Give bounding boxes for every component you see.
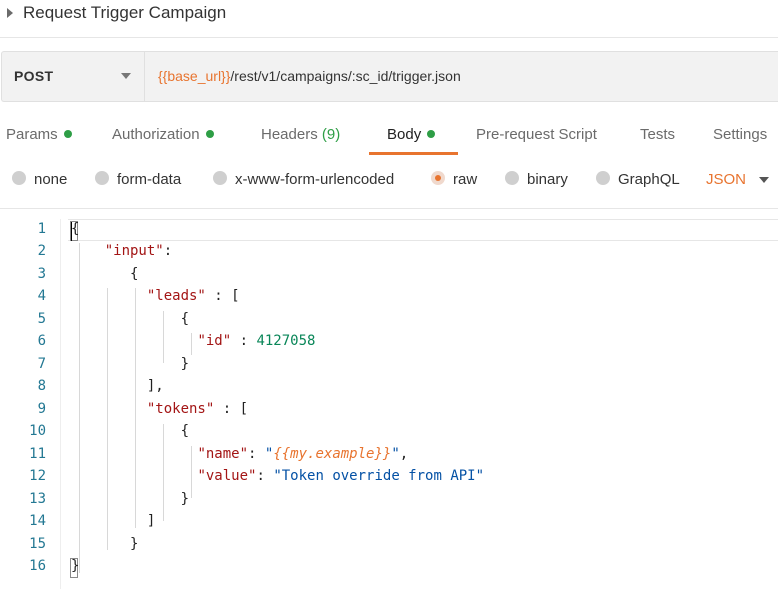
- code-line: }: [180, 491, 190, 507]
- line-number: 15: [29, 536, 46, 552]
- code-line: {: [71, 221, 80, 237]
- code-line: }: [71, 558, 80, 574]
- status-dot-icon: [427, 130, 436, 139]
- code-line: "id" : 4127058: [197, 333, 316, 349]
- code-line: "value": "Token override from API": [197, 468, 485, 484]
- tab-label: Authorization: [112, 126, 200, 143]
- divider: [0, 37, 778, 38]
- line-number: 3: [37, 266, 46, 282]
- tab-body[interactable]: Body: [387, 126, 436, 143]
- radio-icon: [213, 171, 227, 186]
- radio-label: binary: [527, 171, 568, 188]
- code-line: ],: [146, 378, 164, 394]
- radio-label: none: [34, 171, 68, 188]
- tab-tests[interactable]: Tests: [640, 126, 675, 143]
- radio-x-www-form-urlencoded[interactable]: x-www-form-urlencoded: [213, 171, 394, 188]
- status-dot-icon: [205, 130, 214, 139]
- chevron-down-icon: [121, 73, 131, 79]
- method-label: POST: [14, 68, 54, 84]
- gutter-divider: [60, 219, 61, 589]
- tab-headers[interactable]: Headers (9): [261, 126, 340, 143]
- tab-label: Tests: [640, 126, 676, 143]
- url-input[interactable]: {{base_url}}/rest/v1/campaigns/:sc_id/tr…: [158, 68, 461, 84]
- radio-form-data[interactable]: form-data: [95, 171, 181, 188]
- line-number: 14: [29, 513, 46, 529]
- request-title-row[interactable]: Request Trigger Campaign: [0, 0, 778, 26]
- line-number: 12: [29, 468, 46, 484]
- tab-label: Body: [387, 126, 422, 143]
- radio-icon: [596, 171, 610, 186]
- method-dropdown[interactable]: POST: [2, 52, 145, 101]
- line-number: 11: [29, 446, 46, 462]
- tab-authorization[interactable]: Authorization: [112, 126, 214, 143]
- caret-right-icon[interactable]: [7, 8, 13, 18]
- radio-none[interactable]: none: [12, 171, 67, 188]
- radio-icon: [12, 171, 26, 186]
- tab-label: Pre-request Script: [476, 126, 597, 143]
- headers-count: (9): [321, 126, 341, 143]
- line-number: 2: [37, 243, 46, 259]
- radio-label: form-data: [117, 171, 182, 188]
- line-number: 10: [29, 423, 46, 439]
- radio-icon: [505, 171, 519, 186]
- line-number: 5: [37, 311, 46, 327]
- current-line-highlight: [68, 219, 778, 241]
- radio-label: raw: [453, 171, 478, 188]
- chevron-down-icon[interactable]: [759, 177, 769, 183]
- line-number: 8: [37, 378, 46, 394]
- request-bar: POST {{base_url}}/rest/v1/campaigns/:sc_…: [1, 51, 778, 102]
- line-number: 9: [37, 401, 46, 417]
- language-dropdown[interactable]: JSON: [706, 171, 746, 188]
- code-line: }: [180, 356, 190, 372]
- line-number: 6: [37, 333, 46, 349]
- tab-label: Params: [6, 126, 58, 143]
- code-line: ]: [146, 513, 156, 529]
- status-dot-icon: [63, 130, 72, 139]
- code-line: }: [130, 536, 139, 552]
- code-editor[interactable]: 1 2 3 4 5 6 7 8 9 10 11 12 13 14 15 16 {…: [0, 208, 778, 589]
- tab-params[interactable]: Params: [6, 126, 72, 143]
- line-number: 16: [29, 558, 46, 574]
- tab-label: Headers: [261, 126, 318, 143]
- tab-label: Settings: [713, 126, 768, 143]
- code-line: {: [180, 311, 190, 327]
- url-variable: {{base_url}}: [158, 68, 231, 84]
- tab-settings[interactable]: Settings: [713, 126, 767, 143]
- line-number: 7: [37, 356, 46, 372]
- indent-guide: [107, 288, 108, 550]
- body-type-options: none form-data x-www-form-urlencoded raw…: [0, 168, 778, 194]
- radio-selected-icon: [431, 171, 445, 186]
- request-title: Request Trigger Campaign: [23, 3, 227, 22]
- code-line: "tokens" : [: [146, 401, 249, 417]
- radio-label: x-www-form-urlencoded: [235, 171, 395, 188]
- tab-pre-request-script[interactable]: Pre-request Script: [476, 126, 597, 143]
- line-number: 4: [37, 288, 46, 304]
- code-line: "leads" : [: [146, 288, 240, 304]
- code-line: {: [130, 266, 139, 282]
- radio-binary[interactable]: binary: [505, 171, 568, 188]
- active-tab-indicator: [369, 152, 458, 155]
- line-number: 1: [37, 221, 46, 237]
- radio-raw[interactable]: raw: [431, 171, 477, 188]
- radio-graphql[interactable]: GraphQL: [596, 171, 680, 188]
- code-line: {: [180, 423, 190, 439]
- text-cursor: [71, 222, 72, 241]
- code-line: "input":: [104, 243, 173, 259]
- line-number: 13: [29, 491, 46, 507]
- url-path: /rest/v1/campaigns/:sc_id/trigger.json: [230, 68, 461, 84]
- radio-label: GraphQL: [618, 171, 680, 188]
- radio-icon: [95, 171, 109, 186]
- code-line: "name": "{{my.example}}",: [197, 446, 409, 462]
